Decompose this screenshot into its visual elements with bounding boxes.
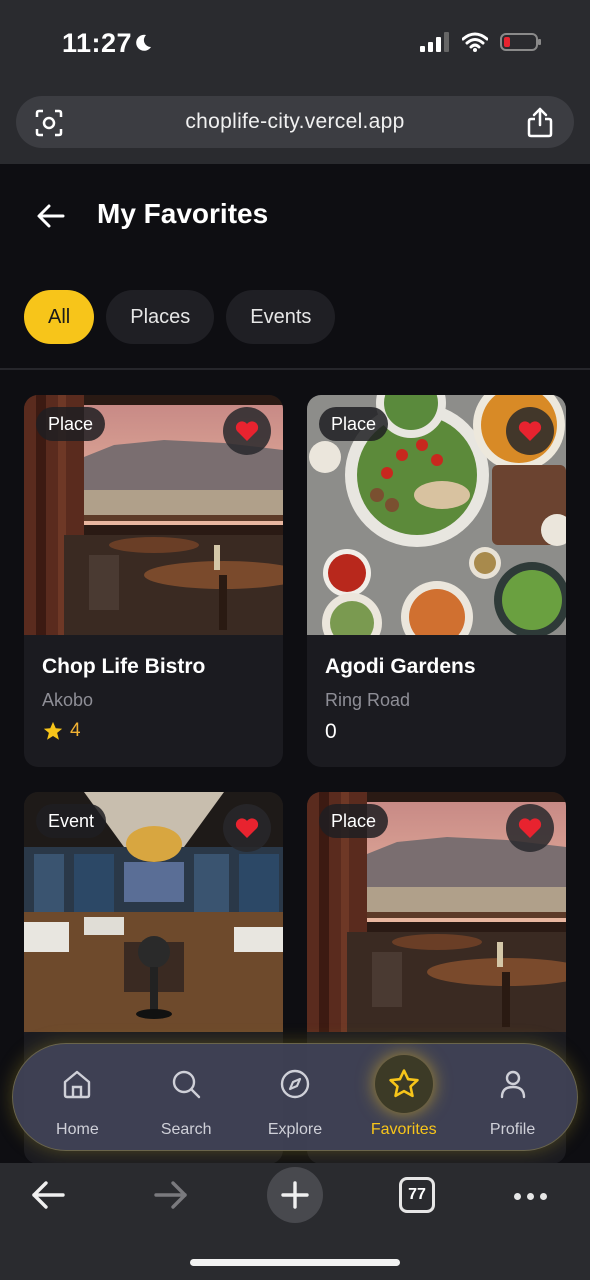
card-title: Agodi Gardens	[325, 655, 476, 678]
favorite-toggle[interactable]	[506, 407, 554, 455]
divider	[0, 368, 590, 370]
type-badge: Place	[319, 804, 389, 838]
nav-item-explore[interactable]: Explore	[245, 1055, 345, 1139]
filter-chips: All Places Events	[24, 290, 336, 344]
moon-icon	[136, 34, 151, 51]
nav-label: Home	[56, 1121, 99, 1138]
filter-chip-events[interactable]: Events	[226, 290, 336, 344]
filter-chip-all[interactable]: All	[24, 290, 95, 344]
nav-label: Explore	[267, 1121, 323, 1138]
type-badge: Place	[319, 407, 389, 441]
url-text: choplife-city.vercel.app	[185, 110, 405, 133]
nav-label: Profile	[489, 1121, 536, 1138]
heart-icon	[235, 421, 259, 441]
more-menu-icon[interactable]	[514, 1193, 547, 1200]
card-title: Chop Life Bistro	[42, 655, 206, 678]
star-icon	[43, 721, 63, 740]
bottom-nav: Home Search Explore Favorites Profile	[12, 1043, 578, 1151]
browser-back-icon[interactable]	[30, 1179, 66, 1211]
user-icon	[500, 1070, 525, 1099]
browser-url-area: choplife-city.vercel.app	[0, 88, 590, 164]
favorite-toggle[interactable]	[223, 407, 271, 455]
nav-item-favorites[interactable]: Favorites	[354, 1055, 454, 1139]
rating-value: 0	[325, 720, 337, 743]
card-location: Ring Road	[325, 690, 411, 710]
home-icon	[64, 1070, 91, 1099]
card-location: Akobo	[42, 690, 94, 710]
card-rating: 0	[325, 720, 337, 744]
nav-item-home[interactable]: Home	[27, 1055, 127, 1139]
back-arrow-icon[interactable]	[36, 202, 66, 230]
compass-icon	[280, 1069, 310, 1099]
type-badge: Place	[36, 407, 106, 441]
nav-label: Search	[160, 1121, 212, 1138]
star-icon	[389, 1069, 419, 1098]
share-icon[interactable]	[526, 106, 554, 138]
type-badge: Event	[36, 804, 107, 838]
url-bar[interactable]: choplife-city.vercel.app	[16, 96, 574, 148]
new-tab-button[interactable]	[267, 1167, 323, 1223]
signal-icon	[420, 32, 449, 52]
status-time: 11:27	[62, 28, 133, 58]
tabs-button[interactable]: 77	[399, 1177, 435, 1213]
search-icon	[172, 1070, 201, 1099]
heart-icon	[518, 421, 542, 441]
page-header: My Favorites	[0, 164, 590, 268]
favorite-card[interactable]: Place Chop Life Bistro Akobo 4	[24, 395, 283, 767]
status-indicators	[420, 32, 542, 52]
browser-toolbar: 77	[0, 1163, 590, 1280]
page-title: My Favorites	[97, 198, 269, 229]
nav-item-profile[interactable]: Profile	[463, 1055, 563, 1139]
heart-icon	[518, 818, 542, 838]
wifi-icon	[462, 32, 488, 52]
nav-label: Favorites	[370, 1121, 437, 1138]
favorite-card[interactable]: Place Agodi Gardens Ring Road 0	[307, 395, 566, 767]
browser-forward-icon[interactable]	[153, 1179, 189, 1211]
card-rating: 4	[42, 720, 81, 742]
home-indicator	[190, 1259, 400, 1266]
battery-icon	[500, 33, 541, 51]
rating-value: 4	[70, 720, 81, 741]
plus-icon	[281, 1181, 309, 1209]
heart-icon	[235, 818, 259, 838]
favorite-toggle[interactable]	[506, 804, 554, 852]
nav-item-search[interactable]: Search	[136, 1055, 236, 1139]
status-bar: 11:27	[0, 0, 590, 88]
favorite-toggle[interactable]	[223, 804, 271, 852]
filter-chip-places[interactable]: Places	[106, 290, 215, 344]
favorites-page: My Favorites All Places Events Place Cho…	[0, 164, 590, 1164]
